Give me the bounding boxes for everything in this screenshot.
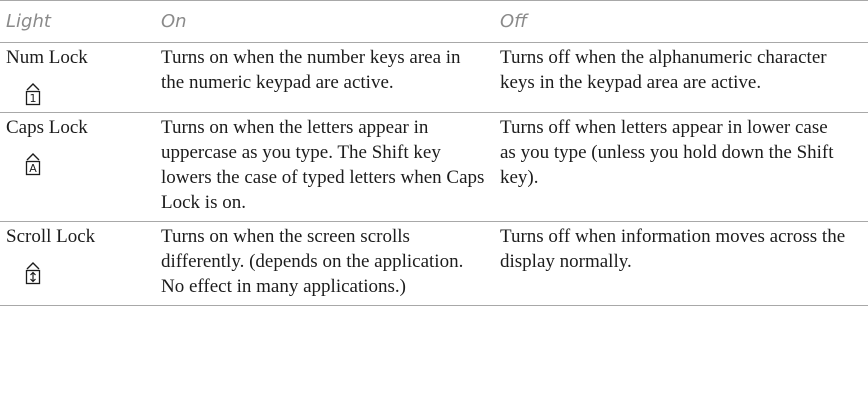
scroll-lock-indicator-icon bbox=[22, 261, 44, 285]
table-row-caps-lock: Caps Lock A Turns on when the letters ap… bbox=[0, 112, 868, 222]
table-row-num-lock: Num Lock 1 Turns on when the number keys… bbox=[0, 42, 868, 113]
header-light: Light bbox=[0, 0, 151, 43]
light-cell: Caps Lock A bbox=[0, 112, 151, 222]
svg-text:1: 1 bbox=[30, 92, 37, 105]
indicator-lights-table: Light On Off Num Lock 1 Turns on when th… bbox=[0, 0, 868, 306]
table-header-row: Light On Off bbox=[0, 0, 868, 43]
off-description: Turns off when the alphanumeric characte… bbox=[496, 42, 868, 113]
light-name: Num Lock bbox=[6, 47, 88, 68]
light-name: Scroll Lock bbox=[6, 226, 96, 247]
on-description: Turns on when the screen scrolls differe… bbox=[151, 221, 496, 306]
header-off: Off bbox=[496, 0, 868, 43]
table-row-scroll-lock: Scroll Lock Turns on when the screen scr… bbox=[0, 221, 868, 306]
num-lock-indicator-icon: 1 bbox=[22, 82, 44, 106]
light-name: Caps Lock bbox=[6, 117, 88, 138]
off-description: Turns off when information moves across … bbox=[496, 221, 868, 306]
off-description: Turns off when letters appear in lower c… bbox=[496, 112, 868, 222]
on-description: Turns on when the number keys area in th… bbox=[151, 42, 496, 113]
light-cell: Num Lock 1 bbox=[0, 42, 151, 113]
light-cell: Scroll Lock bbox=[0, 221, 151, 306]
caps-lock-indicator-icon: A bbox=[22, 152, 44, 176]
svg-text:A: A bbox=[29, 162, 37, 175]
on-description: Turns on when the letters appear in uppe… bbox=[151, 112, 496, 222]
header-on: On bbox=[151, 0, 496, 43]
